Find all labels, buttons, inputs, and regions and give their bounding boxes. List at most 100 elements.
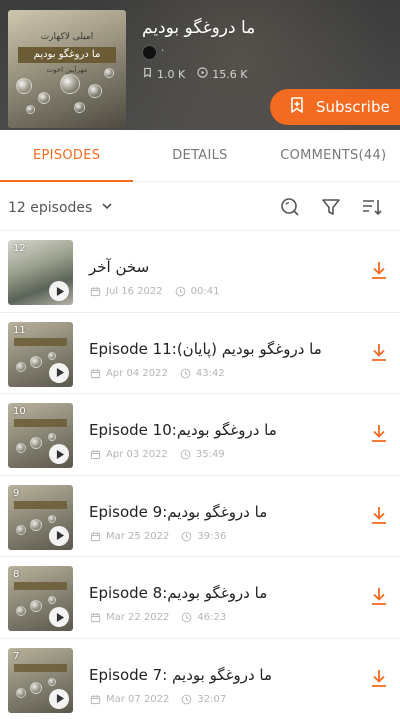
calendar-icon xyxy=(90,286,101,297)
clock-icon xyxy=(180,449,191,460)
download-icon[interactable] xyxy=(370,668,388,688)
tab-bar: EPISODES DETAILS COMMENTS(44) xyxy=(0,130,400,182)
search-icon[interactable] xyxy=(279,196,301,218)
clock-icon xyxy=(182,694,192,704)
episode-title[interactable]: سخن آخر xyxy=(89,258,149,276)
episode-duration: 46:23 xyxy=(197,612,227,623)
episode-toolbar: 12 episodes xyxy=(0,190,400,226)
play-icon xyxy=(56,531,64,540)
cover-subtitle-text: مهرآیین اخوت xyxy=(46,66,88,74)
filter-icon[interactable] xyxy=(320,196,342,218)
play-icon xyxy=(56,449,64,459)
plays-stat: 15.6 K xyxy=(197,67,247,81)
episode-row[interactable]: 7 Episode 7: ما دروغگو بودیم Mar 07 2022… xyxy=(0,637,400,719)
subscribe-label: Subscribe xyxy=(316,98,390,116)
episode-count-dropdown[interactable]: 12 episodes xyxy=(8,199,114,217)
podcast-title: ما دروغگو بودیم xyxy=(142,18,256,38)
episode-thumbnail[interactable]: 8 xyxy=(8,566,73,631)
clock-icon xyxy=(182,612,192,623)
chevron-down-icon xyxy=(100,199,114,217)
download-icon[interactable] xyxy=(370,260,388,280)
episode-meta: Mar 22 2022 46:23 xyxy=(90,612,238,623)
tab-comments[interactable]: COMMENTS(44) xyxy=(267,130,400,181)
episode-number: 10 xyxy=(13,406,26,417)
episode-meta: Mar 25 2022 39:36 xyxy=(90,531,238,542)
episode-duration: 32:07 xyxy=(197,693,227,705)
episode-date: Jul 16 2022 xyxy=(106,286,163,297)
episode-thumbnail[interactable]: 10 xyxy=(8,403,73,468)
author-avatar[interactable] xyxy=(142,45,157,60)
episode-date: Apr 04 2022 xyxy=(106,367,168,379)
play-button[interactable] xyxy=(49,688,69,709)
episode-number: 11 xyxy=(13,324,26,336)
play-button[interactable] xyxy=(49,525,69,546)
episode-row[interactable]: 10 Episode 10:ما دروغگو بودیم Apr 03 202… xyxy=(0,393,400,475)
episode-duration: 00:41 xyxy=(190,286,220,297)
calendar-icon xyxy=(90,368,101,378)
episode-number: 7 xyxy=(13,650,20,662)
subscribers-count: 1.0 K xyxy=(157,67,186,81)
calendar-icon xyxy=(90,449,101,460)
play-button[interactable] xyxy=(49,281,69,301)
podcast-cover[interactable]: امیلی لاکهارت ما دروغگو بودیم مهرآیین اخ… xyxy=(8,10,126,128)
author-name[interactable]: · xyxy=(161,46,164,57)
episode-row[interactable]: 11 Episode 11:ما دروغگو بودیم (پایان) Ap… xyxy=(0,311,400,394)
episode-title[interactable]: Episode 9:ما دروغگو بودیم xyxy=(89,503,267,521)
cover-author-text: امیلی لاکهارت xyxy=(40,32,94,42)
play-icon xyxy=(56,694,64,703)
download-icon[interactable] xyxy=(370,586,388,606)
episode-number: 12 xyxy=(13,243,26,254)
tab-episodes[interactable]: EPISODES xyxy=(0,130,134,182)
download-icon[interactable] xyxy=(370,342,388,362)
episode-title[interactable]: Episode 7: ما دروغگو بودیم xyxy=(89,666,272,684)
bookmark-icon xyxy=(142,67,153,81)
episode-meta: Mar 07 2022 32:07 xyxy=(90,694,238,705)
sort-icon[interactable] xyxy=(361,196,383,218)
episode-row[interactable]: 8 Episode 8:ما دروغگو بودیم Mar 22 2022 … xyxy=(0,556,400,638)
play-circle-icon xyxy=(197,67,208,81)
download-icon[interactable] xyxy=(370,505,388,525)
calendar-icon xyxy=(90,694,101,704)
clock-icon xyxy=(175,286,185,297)
cover-title-banner: ما دروغگو بودیم xyxy=(18,47,116,63)
episode-duration: 43:42 xyxy=(195,367,225,379)
tab-details[interactable]: DETAILS xyxy=(133,130,266,181)
episode-thumbnail[interactable]: 11 xyxy=(8,321,73,387)
play-button[interactable] xyxy=(49,444,69,464)
episode-duration: 35:49 xyxy=(195,449,225,460)
episode-meta: Jul 16 2022 00:41 xyxy=(90,286,231,297)
bookmark-add-icon xyxy=(288,96,306,118)
episode-date: Apr 03 2022 xyxy=(106,449,168,460)
episode-meta: Apr 04 2022 43:42 xyxy=(90,368,237,379)
episode-number: 9 xyxy=(13,487,20,499)
episode-thumbnail[interactable]: 7 xyxy=(8,647,73,713)
episode-count-label: 12 episodes xyxy=(8,200,93,216)
episode-number: 8 xyxy=(13,569,20,580)
episode-date: Mar 22 2022 xyxy=(106,612,170,623)
calendar-icon xyxy=(90,531,101,541)
episode-row[interactable]: 12 سخن آخر Jul 16 2022 00:41 xyxy=(0,230,400,312)
episode-duration: 39:36 xyxy=(197,530,227,542)
episode-meta: Apr 03 2022 35:49 xyxy=(90,449,237,460)
calendar-icon xyxy=(90,612,101,623)
episode-thumbnail[interactable]: 9 xyxy=(8,484,73,550)
episode-thumbnail[interactable]: 12 xyxy=(8,240,73,305)
plays-count: 15.6 K xyxy=(212,67,248,81)
clock-icon xyxy=(180,368,191,378)
download-icon[interactable] xyxy=(370,423,388,443)
episode-row[interactable]: 9 Episode 9:ما دروغگو بودیم Mar 25 2022 … xyxy=(0,474,400,557)
episode-title[interactable]: Episode 11:ما دروغگو بودیم (پایان) xyxy=(89,340,322,358)
episode-list: 12 سخن آخر Jul 16 2022 00:41 11 Episode … xyxy=(0,230,400,719)
podcast-stats: 1.0 K 15.6 K xyxy=(142,67,253,81)
episode-title[interactable]: Episode 10:ما دروغگو بودیم xyxy=(89,421,277,439)
play-button[interactable] xyxy=(49,362,69,383)
play-button[interactable] xyxy=(49,607,69,627)
play-icon xyxy=(56,612,64,622)
subscribe-button[interactable]: Subscribe xyxy=(270,89,400,125)
play-icon xyxy=(56,368,64,377)
episode-date: Mar 07 2022 xyxy=(106,693,170,705)
episode-date: Mar 25 2022 xyxy=(106,530,170,542)
episode-title[interactable]: Episode 8:ما دروغگو بودیم xyxy=(89,584,267,602)
subscribers-stat: 1.0 K xyxy=(142,67,185,81)
play-icon xyxy=(56,286,64,296)
